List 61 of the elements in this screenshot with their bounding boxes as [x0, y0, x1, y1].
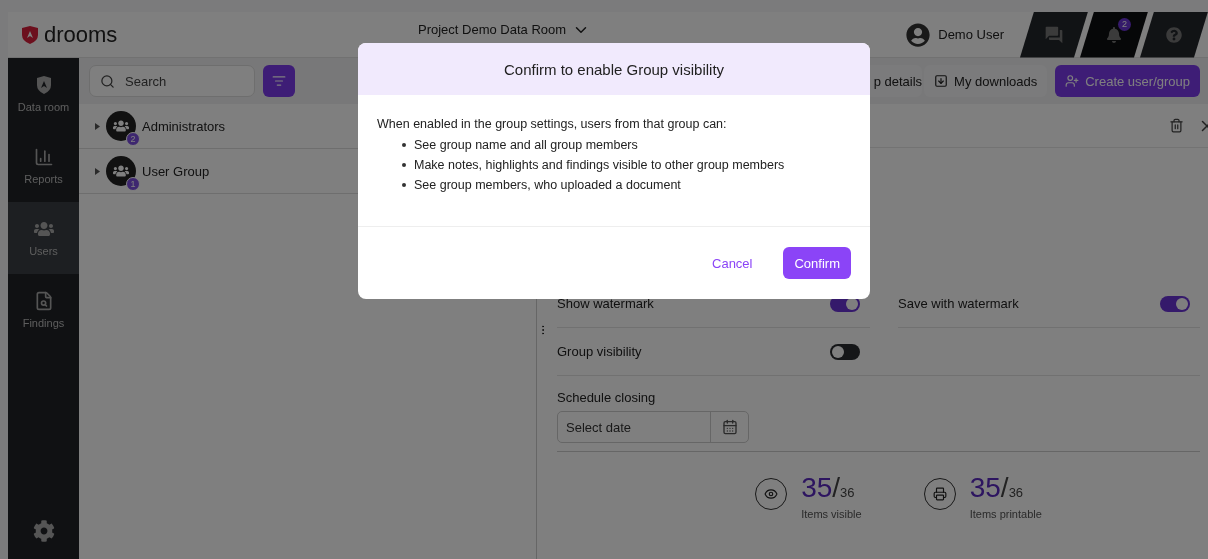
- bar-chart-icon: [33, 147, 54, 167]
- group-icon: [113, 163, 129, 179]
- download-icon: [934, 74, 949, 88]
- help-icon: [1166, 26, 1182, 43]
- stat-count: 35/36: [969, 472, 1025, 504]
- date-input[interactable]: Select date: [558, 419, 710, 435]
- project-name[interactable]: Project Demo Data Room: [418, 22, 567, 37]
- member-count: 1: [126, 177, 140, 191]
- search-field[interactable]: Search: [89, 65, 255, 97]
- setting-label: Group visibility: [557, 344, 642, 359]
- user-name[interactable]: Demo User: [938, 27, 1004, 42]
- sidebar-label: Reports: [24, 173, 63, 185]
- stat-label: Items visible: [801, 508, 862, 520]
- notification-count: 2: [1118, 17, 1131, 31]
- member-count: 2: [126, 132, 140, 146]
- logo-text: drooms: [44, 21, 118, 48]
- cancel-button[interactable]: Cancel: [701, 247, 764, 279]
- schedule-closing-label: Schedule closing: [557, 390, 657, 405]
- sidebar-label: Data room: [17, 101, 70, 113]
- search-input[interactable]: Search: [123, 72, 233, 90]
- bullet-icon: [402, 183, 406, 187]
- group-icon: [113, 118, 129, 134]
- chat-tab[interactable]: [1020, 12, 1088, 58]
- settings-icon[interactable]: [32, 520, 55, 542]
- setting-label: Save with watermark: [898, 296, 1019, 311]
- sidebar-item[interactable]: Data room: [8, 58, 79, 130]
- logo-shield-icon: [20, 24, 40, 45]
- chat-icon: [1044, 24, 1064, 45]
- date-field[interactable]: Select date: [557, 411, 749, 443]
- bell-icon: [1106, 26, 1122, 43]
- setting-label: Show watermark: [557, 296, 654, 311]
- sidebar-item[interactable]: Users: [8, 202, 79, 274]
- notifications-tab[interactable]: 2: [1080, 12, 1148, 58]
- sidebar-label: Findings: [22, 317, 65, 329]
- printer-icon: [932, 487, 947, 501]
- search-icon: [100, 73, 115, 89]
- confirm-button[interactable]: Confirm: [783, 247, 851, 279]
- filter-icon: [272, 74, 286, 88]
- dialog-title: Confirm to enable Group visibility: [503, 60, 725, 78]
- group-name: User Group: [142, 163, 210, 179]
- group-name: Administrators: [142, 118, 226, 134]
- help-tab[interactable]: [1140, 12, 1208, 58]
- toggle-switch[interactable]: [1160, 295, 1190, 312]
- sidebar-item[interactable]: Reports: [8, 130, 79, 202]
- users-icon: [33, 219, 54, 239]
- filter-button[interactable]: [263, 65, 295, 97]
- toggle-switch[interactable]: [830, 343, 860, 360]
- stat-count: 35/36: [801, 472, 856, 504]
- stat-label: Items printable: [969, 508, 1042, 520]
- user-avatar-icon[interactable]: [906, 22, 931, 47]
- delete-icon[interactable]: [1169, 118, 1184, 133]
- add-user-icon: [1065, 74, 1080, 88]
- toolbar-button[interactable]: Create user/group: [1055, 65, 1200, 97]
- calendar-icon[interactable]: [721, 419, 738, 435]
- sidebar-item[interactable]: Findings: [8, 274, 79, 346]
- bullet-icon: [402, 143, 406, 147]
- eye-icon: [764, 487, 779, 501]
- caret-icon[interactable]: [95, 167, 100, 175]
- sidebar-label: Users: [29, 245, 58, 257]
- caret-icon[interactable]: [95, 122, 100, 130]
- bullet-icon: [402, 163, 406, 167]
